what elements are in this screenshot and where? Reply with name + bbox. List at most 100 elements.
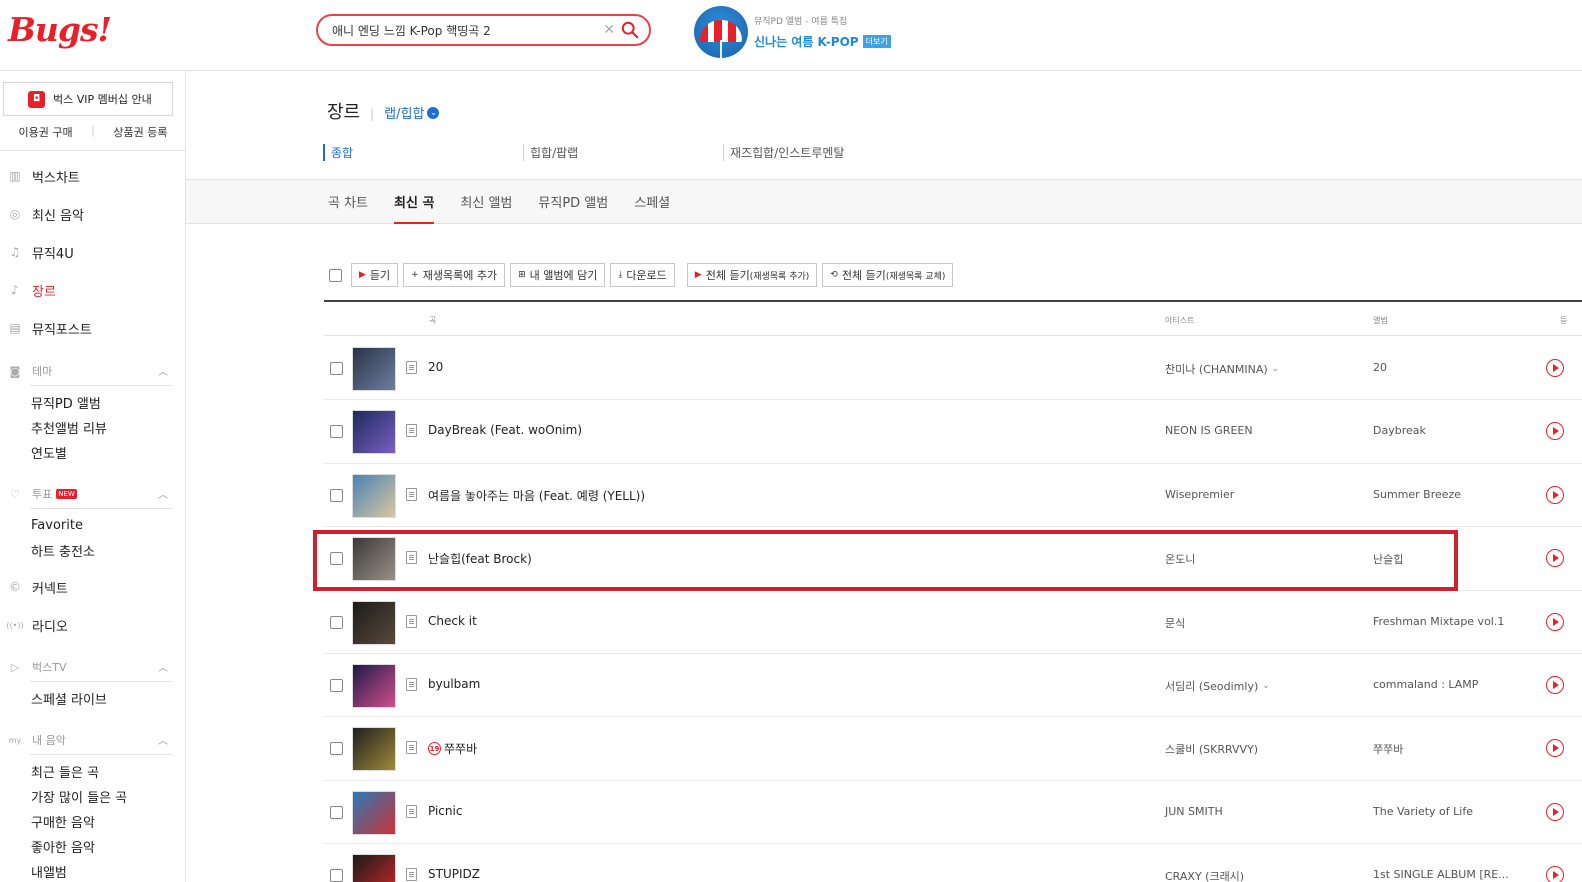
- tab-musicpd-albums[interactable]: 뮤직PD 앨범: [538, 192, 608, 224]
- song-title[interactable]: DayBreak (Feat. woOnim): [428, 423, 582, 437]
- row-checkbox[interactable]: [330, 552, 343, 566]
- sidebar-item-favorite[interactable]: Favorite: [0, 513, 186, 538]
- album-thumbnail[interactable]: [352, 600, 396, 645]
- sidebar-item-most-played[interactable]: 가장 많이 들은 곡: [0, 784, 186, 809]
- album-thumbnail[interactable]: [352, 663, 396, 708]
- album-name[interactable]: 1st SINGLE ALBUM [RE...: [1373, 868, 1509, 881]
- section-vote[interactable]: ♡ 투표 NEW ︿: [0, 481, 186, 509]
- play-song-button[interactable]: [1546, 866, 1564, 882]
- play-all-add-button[interactable]: ▶ 전체 듣기 (재생목록 추가): [686, 263, 818, 287]
- artist-name-text[interactable]: 서딤리 (Seodimly): [1165, 678, 1258, 694]
- artist-name-text[interactable]: Wisepremier: [1165, 488, 1234, 501]
- promo-title-text[interactable]: 신나는 여름 K-POP: [754, 33, 859, 50]
- song-title-text[interactable]: Check it: [428, 614, 477, 628]
- artist-name[interactable]: 찬미나 (CHANMINA) ⌄: [1165, 361, 1279, 377]
- sidebar-item-music-post[interactable]: ▤ 뮤직포스트: [0, 309, 186, 347]
- song-title[interactable]: 여름을 놓아주는 마음 (Feat. 예령 (YELL)): [428, 487, 645, 504]
- artist-name[interactable]: 서딤리 (Seodimly) ⌄: [1165, 678, 1270, 694]
- album-thumbnail[interactable]: [352, 790, 396, 835]
- artist-name[interactable]: Wisepremier: [1165, 488, 1234, 501]
- add-to-album-button[interactable]: ⊞ 내 앨범에 담기: [510, 263, 606, 287]
- album-name[interactable]: Freshman Mixtape vol.1: [1373, 615, 1504, 628]
- sidebar-item-by-year[interactable]: 연도별: [0, 440, 186, 465]
- vip-membership-button[interactable]: ◘ 벅스 VIP 멤버십 안내: [3, 82, 173, 116]
- play-all-replace-button[interactable]: ⟲ 전체 듣기 (재생목록 교체): [822, 263, 954, 287]
- tab-new-songs[interactable]: 최신 곡: [394, 192, 435, 224]
- lyrics-icon[interactable]: [406, 424, 417, 438]
- song-title[interactable]: 난슬힙(feat Brock): [428, 550, 532, 567]
- play-song-button[interactable]: [1546, 359, 1564, 377]
- song-title[interactable]: byulbam: [428, 677, 480, 691]
- clear-search-icon[interactable]: ✕: [603, 22, 615, 38]
- artist-name-text[interactable]: 문식: [1165, 615, 1185, 631]
- song-title[interactable]: STUPIDZ: [428, 867, 480, 881]
- chevron-down-icon[interactable]: ⌄: [1262, 681, 1270, 691]
- chevron-up-icon[interactable]: ︿: [158, 732, 168, 747]
- lyrics-icon[interactable]: [406, 804, 417, 818]
- row-checkbox[interactable]: [330, 869, 343, 882]
- song-title-text[interactable]: DayBreak (Feat. woOnim): [428, 423, 582, 437]
- sidebar-item-special-live[interactable]: 스페셜 라이브: [0, 686, 186, 711]
- chevron-up-icon[interactable]: ︿: [158, 363, 168, 378]
- album-thumbnail[interactable]: [352, 854, 396, 882]
- album-name[interactable]: Summer Breeze: [1373, 488, 1461, 501]
- sidebar-item-new-music[interactable]: ◎ 최신 음악: [0, 195, 186, 233]
- tab-new-albums[interactable]: 최신 앨범: [460, 192, 512, 224]
- artist-name[interactable]: JUN SMITH: [1165, 805, 1223, 818]
- sidebar-item-genre[interactable]: ♪ 장르: [0, 271, 186, 309]
- album-name[interactable]: Daybreak: [1373, 424, 1426, 437]
- sidebar-item-heart-charge[interactable]: 하트 충전소: [0, 538, 186, 563]
- play-song-button[interactable]: [1546, 675, 1564, 694]
- sidebar-item-music4u[interactable]: ♫ 뮤직4U: [0, 233, 186, 271]
- song-title[interactable]: 20: [428, 360, 443, 374]
- sidebar-item-liked[interactable]: 좋아한 음악: [0, 834, 186, 859]
- row-checkbox[interactable]: [330, 678, 343, 692]
- promo-banner[interactable]: 뮤직PD 앨범 - 여름 특집 신나는 여름 K-POP 더보기: [694, 6, 891, 58]
- row-checkbox[interactable]: [330, 615, 343, 629]
- row-checkbox[interactable]: [330, 425, 343, 439]
- song-title-text[interactable]: 여름을 놓아주는 마음 (Feat. 예령 (YELL)): [428, 487, 645, 504]
- album-thumbnail[interactable]: [352, 473, 396, 518]
- album-thumbnail[interactable]: [352, 727, 396, 772]
- song-title[interactable]: 19 쭈쭈바: [428, 740, 477, 757]
- artist-name-text[interactable]: CRAXY (크래시): [1165, 868, 1244, 882]
- lyrics-icon[interactable]: [406, 614, 417, 628]
- tab-special[interactable]: 스페셜: [634, 192, 670, 224]
- play-song-button[interactable]: [1546, 802, 1564, 821]
- album-thumbnail[interactable]: [352, 347, 396, 391]
- download-button[interactable]: ⤓ 다운로드: [610, 263, 675, 287]
- play-song-button[interactable]: [1546, 549, 1564, 568]
- album-thumbnail[interactable]: [352, 410, 396, 455]
- album-name[interactable]: commaland : LAMP: [1373, 678, 1478, 691]
- lyrics-icon[interactable]: [406, 487, 417, 501]
- album-thumbnail[interactable]: [352, 537, 396, 582]
- lyrics-icon[interactable]: [406, 361, 417, 374]
- sidebar-item-connect[interactable]: © 커넥트: [0, 568, 186, 606]
- song-title-text[interactable]: 20: [428, 360, 443, 374]
- tab-song-chart[interactable]: 곡 차트: [328, 192, 368, 224]
- album-name[interactable]: 난슬힙: [1373, 551, 1403, 567]
- play-song-button[interactable]: [1546, 422, 1564, 441]
- song-title-text[interactable]: STUPIDZ: [428, 867, 480, 881]
- promo-more-button[interactable]: 더보기: [862, 35, 891, 48]
- chevron-up-icon[interactable]: ︿: [158, 486, 168, 501]
- artist-name-text[interactable]: 스쿨비 (SKRRVVY): [1165, 741, 1258, 757]
- lyrics-icon[interactable]: [406, 741, 417, 755]
- artist-name-text[interactable]: JUN SMITH: [1165, 805, 1223, 818]
- chevron-up-icon[interactable]: ︿: [158, 659, 168, 674]
- artist-name[interactable]: 스쿨비 (SKRRVVY): [1165, 741, 1258, 757]
- section-my-music[interactable]: my 내 음악 ︿: [0, 727, 186, 755]
- gift-card-link[interactable]: 상품권 등록: [95, 124, 186, 140]
- buy-pass-link[interactable]: 이용권 구매: [0, 124, 91, 140]
- subgenre-hiphop-poprap[interactable]: 힙합/팝랩: [523, 144, 723, 161]
- sidebar-item-my-album[interactable]: 내앨범: [0, 859, 186, 882]
- album-name[interactable]: The Variety of Life: [1373, 805, 1473, 818]
- artist-name-text[interactable]: NEON IS GREEN: [1165, 424, 1253, 437]
- row-checkbox[interactable]: [330, 805, 343, 819]
- sidebar-item-chart[interactable]: ▥ 벅스차트: [0, 157, 186, 195]
- album-name[interactable]: 쭈쭈바: [1373, 741, 1403, 757]
- album-name[interactable]: 20: [1373, 361, 1387, 374]
- artist-name[interactable]: 문식: [1165, 615, 1185, 631]
- artist-name[interactable]: CRAXY (크래시): [1165, 868, 1244, 882]
- play-song-button[interactable]: [1546, 485, 1564, 504]
